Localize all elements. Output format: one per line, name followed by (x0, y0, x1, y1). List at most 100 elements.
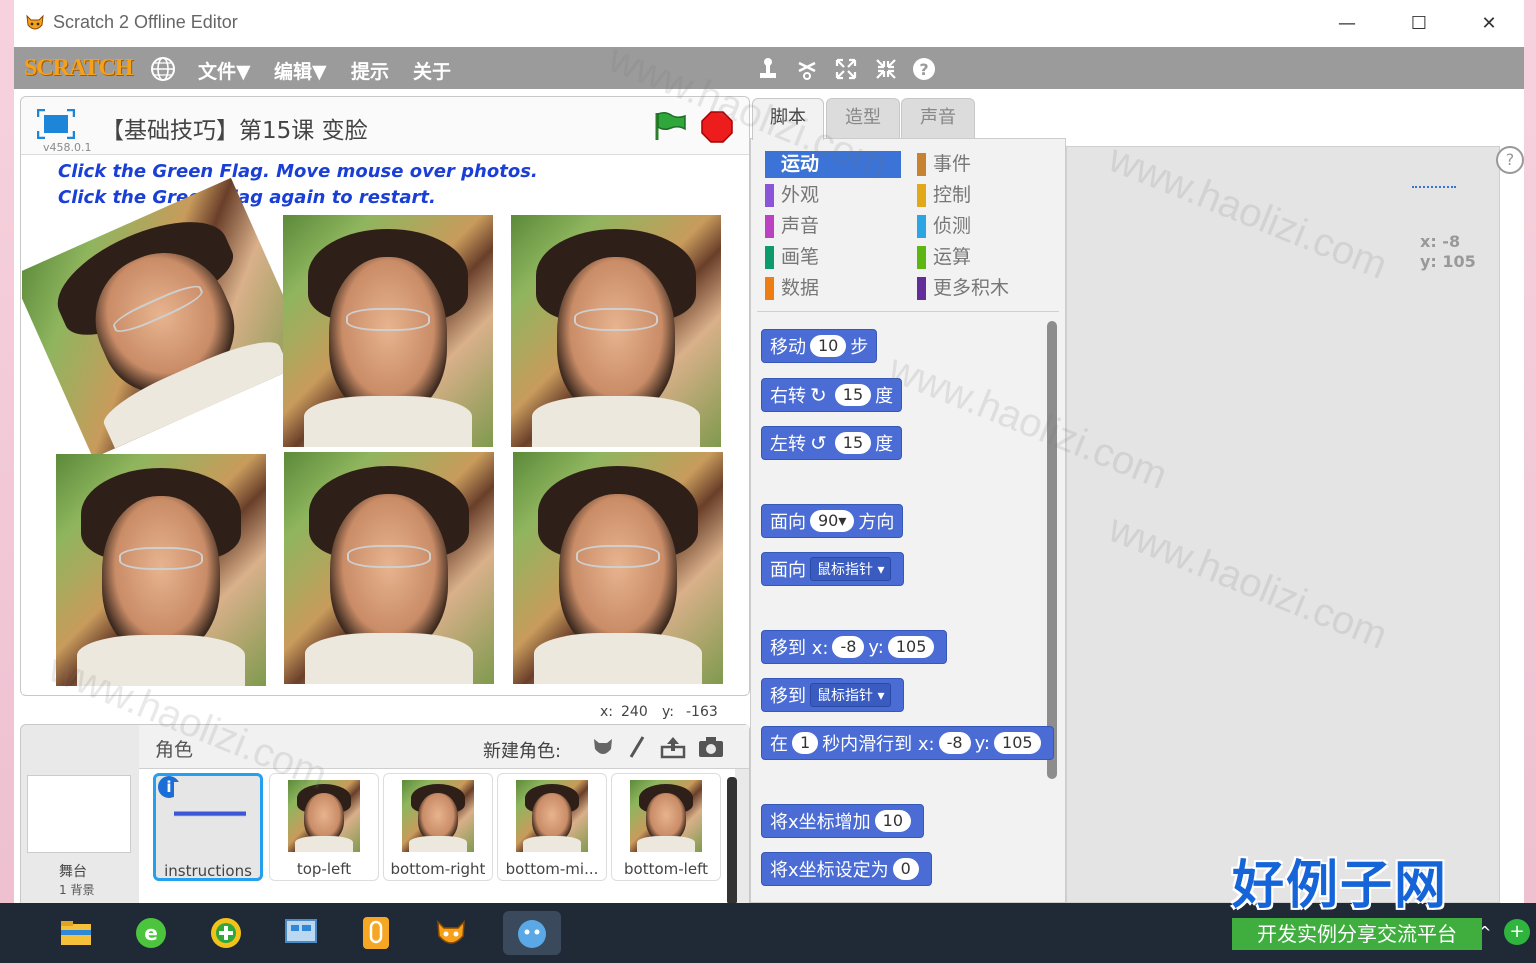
block-glide[interactable]: 在 1 秒内滑行到 x: -8 y: 105 (761, 726, 1054, 760)
category-color-swatch (765, 184, 774, 207)
block-input[interactable]: 90▾ (810, 510, 855, 532)
block-set-x[interactable]: 将x坐标设定为 0 (761, 852, 932, 886)
sprites-label: 角色 (155, 739, 194, 761)
category-events[interactable]: 事件 (917, 151, 1053, 178)
photo-bottom-left[interactable] (56, 454, 266, 686)
block-input[interactable]: 1 (792, 732, 819, 754)
fullscreen-icon[interactable] (37, 109, 75, 139)
block-input[interactable]: 105 (887, 636, 935, 658)
category-label: 声音 (781, 215, 820, 237)
photo-top-right[interactable] (511, 215, 721, 447)
block-input[interactable]: 15 (834, 384, 872, 406)
block-turn-right[interactable]: 右转 ↻ 15 度 (761, 378, 903, 412)
category-looks[interactable]: 外观 (765, 182, 901, 209)
scratch-cat-icon (26, 14, 44, 30)
block-input[interactable]: 105 (994, 732, 1041, 754)
menu-about[interactable]: 关于 (413, 57, 451, 84)
stage-canvas[interactable]: Click the Green Flag. Move mouse over ph… (22, 156, 748, 694)
block-text: y: (974, 732, 991, 754)
block-input[interactable]: -8 (832, 636, 865, 658)
palette-scrollbar[interactable] (1047, 321, 1057, 779)
category-color-swatch (917, 184, 926, 207)
stop-icon[interactable] (701, 111, 733, 143)
menu-file[interactable]: 文件▼ (198, 57, 251, 84)
help-icon[interactable]: ? (910, 55, 938, 83)
category-label: 控制 (933, 184, 972, 206)
browser-icon[interactable]: e (129, 911, 173, 955)
tray-security-icon[interactable]: + (1504, 919, 1530, 945)
instruction-line-1: Click the Green Flag. Move mouse over ph… (58, 161, 538, 182)
sprite-tile-top-left[interactable]: top-left (269, 773, 379, 881)
block-dropdown[interactable]: 鼠标指针 ▾ (810, 683, 892, 707)
stage-thumbnail[interactable] (27, 775, 131, 853)
sprite-tile-instructions[interactable]: i instructions (153, 773, 263, 881)
block-point-towards[interactable]: 面向 鼠标指针 ▾ (761, 552, 905, 586)
block-input[interactable]: 10 (874, 810, 912, 832)
category-operators[interactable]: 运算 (917, 244, 1053, 271)
block-go-to[interactable]: 移到 鼠标指针 ▾ (761, 678, 905, 712)
delete-scissors-icon[interactable] (793, 55, 821, 83)
category-label: 侦测 (933, 215, 972, 237)
block-text: 将x坐标增加 (770, 812, 871, 833)
green-flag-icon[interactable] (653, 111, 687, 141)
category-more-blocks[interactable]: 更多积木 (917, 275, 1053, 302)
file-explorer-icon[interactable] (54, 911, 98, 955)
category-sensing[interactable]: 侦测 (917, 213, 1053, 240)
block-text: 移到 x: (770, 638, 829, 659)
category-control[interactable]: 控制 (917, 182, 1053, 209)
block-input[interactable]: 15 (834, 432, 872, 454)
chat-app-icon[interactable] (503, 911, 561, 955)
tab-costumes[interactable]: 造型 (826, 98, 900, 138)
block-turn-left[interactable]: 左转 ↺ 15 度 (761, 426, 903, 460)
block-point-in-direction[interactable]: 面向 90▾ 方向 (761, 504, 904, 538)
sprite-name: instructions (164, 862, 252, 880)
sprite-list-scrollbar[interactable] (727, 777, 737, 903)
photo-bottom-middle[interactable] (284, 452, 494, 684)
minimize-button[interactable]: — (1324, 8, 1370, 38)
globe-icon[interactable] (150, 56, 176, 82)
notes-app-icon[interactable] (354, 911, 398, 955)
menu-tips[interactable]: 提示 (351, 57, 389, 84)
scratch-taskbar-icon[interactable] (429, 911, 473, 955)
scratch-menubar: SCRATCH 文件▼ 编辑▼ 提示 关于 ? (14, 47, 1524, 89)
block-change-x[interactable]: 将x坐标增加 10 (761, 804, 925, 838)
maximize-button[interactable]: ☐ (1396, 8, 1442, 38)
sprite-tile-bottom-left[interactable]: bottom-left (611, 773, 721, 881)
sprite-tile-bottom-right[interactable]: bottom-right (383, 773, 493, 881)
duplicate-stamp-icon[interactable] (754, 55, 782, 83)
shrink-icon[interactable] (872, 55, 900, 83)
tab-sounds[interactable]: 声音 (901, 98, 975, 138)
category-color-swatch (765, 246, 774, 269)
security-app-icon[interactable] (204, 911, 248, 955)
upload-sprite-icon[interactable] (659, 733, 687, 761)
block-go-to-xy[interactable]: 移到 x: -8 y: 105 (761, 630, 948, 664)
block-input[interactable]: 0 (892, 858, 919, 880)
sprite-library-icon[interactable] (589, 733, 617, 761)
block-move-steps[interactable]: 移动 10 步 (761, 329, 878, 363)
category-data[interactable]: 数据 (765, 275, 901, 302)
close-button[interactable]: ✕ (1466, 8, 1512, 38)
sprite-tile-bottom-middle[interactable]: bottom-mi... (497, 773, 607, 881)
category-sound[interactable]: 声音 (765, 213, 901, 240)
photo-top-middle[interactable] (283, 215, 493, 447)
control-panel-icon[interactable] (279, 911, 323, 955)
block-input[interactable]: 10 (810, 335, 847, 357)
block-text: y: (868, 636, 884, 658)
camera-icon[interactable] (697, 733, 725, 761)
script-help-icon[interactable]: ? (1496, 146, 1524, 174)
grow-icon[interactable] (832, 55, 860, 83)
photo-bottom-right[interactable] (513, 452, 723, 684)
menu-edit[interactable]: 编辑▼ (274, 57, 327, 84)
category-pen[interactable]: 画笔 (765, 244, 901, 271)
category-label: 外观 (781, 184, 820, 206)
block-dropdown[interactable]: 鼠标指针 ▾ (810, 557, 892, 581)
scratch-logo[interactable]: SCRATCH (24, 53, 134, 83)
tab-scripts[interactable]: 脚本 (752, 98, 824, 140)
project-title[interactable]: 【基础技巧】第15课 变脸 (101, 111, 368, 145)
block-input[interactable]: -8 (938, 732, 971, 754)
block-text: 面向 (770, 560, 806, 581)
category-motion[interactable]: 运动 (765, 151, 901, 178)
paint-sprite-icon[interactable] (623, 733, 651, 761)
photo-top-left[interactable] (22, 177, 313, 459)
category-label: 事件 (933, 153, 972, 175)
